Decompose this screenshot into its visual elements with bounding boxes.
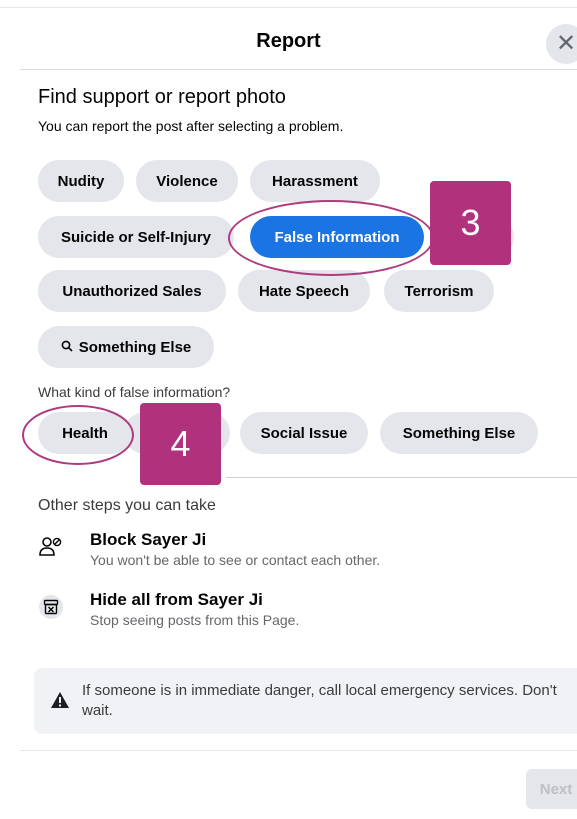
chip-something-else-label: Something Else: [78, 338, 192, 356]
emergency-notice-text: If someone is in immediate danger, call …: [82, 682, 557, 719]
chip-harassment[interactable]: Harassment: [250, 160, 380, 202]
block-user-row[interactable]: Block Sayer Ji You won't be able to see …: [38, 530, 558, 574]
hide-all-desc: Stop seeing posts from this Page.: [90, 612, 300, 628]
chip-terrorism[interactable]: Terrorism: [384, 270, 494, 312]
dialog-title: Report: [256, 30, 321, 52]
annotation-ellipse-4: [22, 405, 134, 465]
chip-unauthorized-sales[interactable]: Unauthorized Sales: [38, 270, 226, 312]
block-user-desc: You won't be able to see or contact each…: [90, 552, 381, 568]
chip-something-else-false[interactable]: Something Else: [380, 412, 538, 454]
other-steps-title: Other steps you can take: [38, 497, 216, 514]
header-divider: [20, 69, 577, 70]
block-user-title: Block Sayer Ji: [90, 530, 207, 549]
chip-nudity[interactable]: Nudity: [38, 160, 124, 202]
search-icon: [61, 340, 73, 355]
section-subtitle: You can report the post after selecting …: [38, 118, 344, 134]
block-user-icon: [38, 534, 64, 560]
annotation-badge-3: 3: [430, 181, 511, 265]
chip-violence[interactable]: Violence: [136, 160, 238, 202]
hide-all-title: Hide all from Sayer Ji: [90, 590, 263, 609]
annotation-badge-4: 4: [140, 403, 221, 485]
hide-all-icon: [38, 594, 64, 620]
close-icon: ✕: [556, 30, 577, 57]
chip-suicide-self-injury[interactable]: Suicide or Self-Injury: [38, 216, 234, 258]
dialog-header: Report: [0, 8, 577, 70]
chip-hate-speech[interactable]: Hate Speech: [238, 270, 370, 312]
chip-something-else[interactable]: Something Else: [38, 326, 214, 368]
warning-icon: [50, 691, 70, 714]
section-title: Find support or report photo: [38, 86, 286, 108]
footer-divider: [20, 750, 577, 751]
annotation-ellipse-3: [228, 200, 434, 276]
section-divider: [226, 477, 577, 478]
chip-social-issue[interactable]: Social Issue: [240, 412, 368, 454]
next-button[interactable]: Next: [526, 769, 577, 809]
hide-all-row[interactable]: Hide all from Sayer Ji Stop seeing posts…: [38, 590, 558, 634]
emergency-notice: If someone is in immediate danger, call …: [34, 668, 577, 734]
false-info-question: What kind of false information?: [38, 384, 231, 400]
